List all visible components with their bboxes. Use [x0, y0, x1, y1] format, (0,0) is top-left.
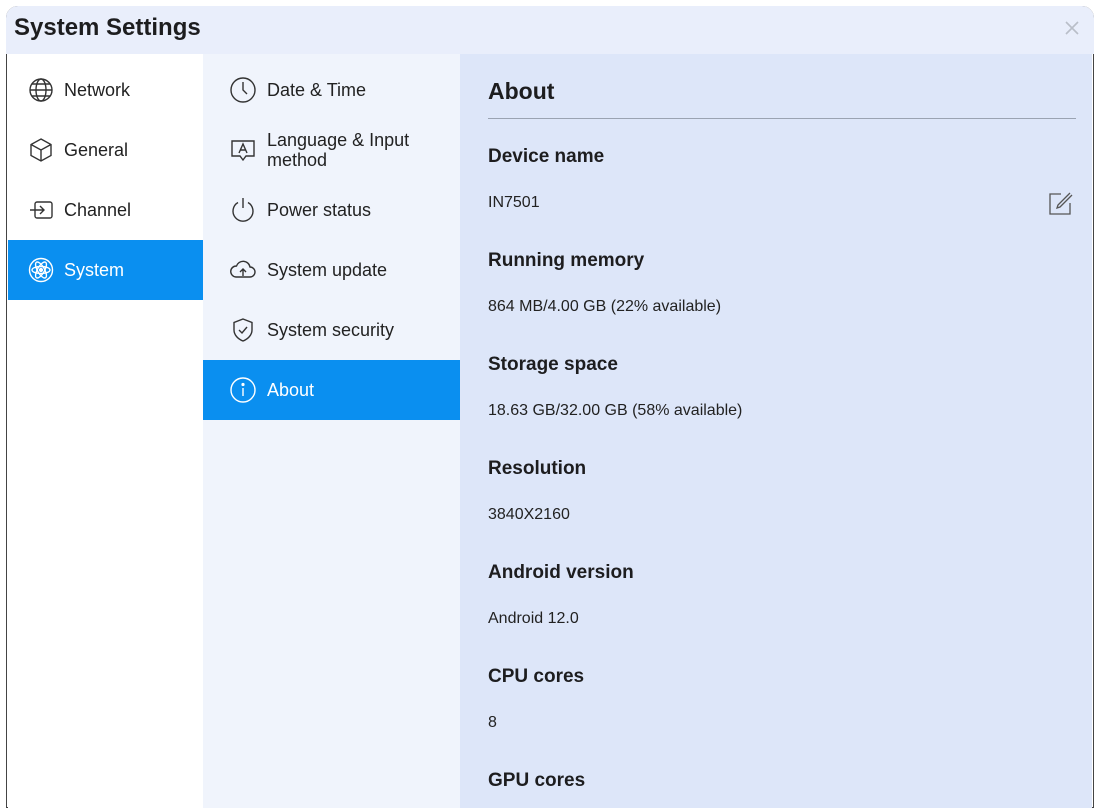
gpu-cores-label: GPU cores [488, 770, 586, 791]
cpu-cores-label: CPU cores [488, 666, 585, 687]
input-icon [28, 197, 54, 223]
nav-item-general[interactable]: General [8, 120, 203, 180]
page-title: About [488, 78, 555, 104]
subnav-item-power-status[interactable]: Power status [203, 180, 460, 240]
resolution-label: Resolution [488, 458, 587, 479]
storage-space-value: 18.63 GB/32.00 GB (58% available) [488, 402, 743, 419]
running-memory-value: 864 MB/4.00 GB (22% available) [488, 298, 722, 315]
power-icon [229, 196, 257, 224]
nav-item-system[interactable]: System [8, 240, 203, 300]
resolution-value: 3840X2160 [488, 506, 570, 523]
edit-device-name-icon[interactable] [1046, 190, 1074, 218]
atom-icon [28, 257, 54, 283]
info-icon [229, 376, 257, 404]
cloud-upload-icon [229, 256, 257, 284]
clock-icon [229, 76, 257, 104]
subnav-item-label: System security [267, 319, 395, 340]
about-panel: About Device name IN7501 Running memory … [460, 54, 1092, 808]
subnav-item-label: Date & Time [267, 79, 367, 100]
category-nav: Network General Channel System [8, 54, 203, 808]
android-version-value: Android 12.0 [488, 610, 579, 627]
shield-check-icon [229, 316, 257, 344]
nav-item-network[interactable]: Network [8, 60, 203, 120]
subnav-item-label: Language & Input method [267, 130, 409, 170]
nav-item-label: Channel [64, 199, 132, 220]
subcategory-nav: Date & Time Language & Input method Powe… [203, 54, 460, 808]
subnav-item-language-input[interactable]: Language & Input method [203, 120, 460, 180]
subnav-item-date-time[interactable]: Date & Time [203, 60, 460, 120]
window-title: System Settings [14, 14, 201, 41]
nav-item-label: System [64, 259, 125, 280]
device-name-value: IN7501 [488, 194, 540, 211]
system-settings-window: System Settings Network General Channel … [6, 6, 1094, 808]
subnav-item-label-line1: Language & Input [267, 130, 410, 150]
subnav-item-label: System update [267, 259, 388, 280]
subnav-item-about[interactable]: About [203, 360, 460, 420]
close-icon[interactable] [1062, 18, 1082, 38]
device-name-label: Device name [488, 146, 605, 167]
storage-space-label: Storage space [488, 354, 618, 375]
subnav-item-label: Power status [267, 199, 372, 220]
subnav-item-system-update[interactable]: System update [203, 240, 460, 300]
running-memory-label: Running memory [488, 250, 645, 271]
subnav-item-label: About [267, 379, 315, 400]
nav-item-channel[interactable]: Channel [8, 180, 203, 240]
globe-icon [28, 77, 54, 103]
nav-item-label: Network [64, 79, 131, 100]
cube-icon [28, 137, 54, 163]
nav-item-label: General [64, 139, 129, 160]
title-bar: System Settings [6, 6, 1094, 54]
cpu-cores-value: 8 [488, 714, 497, 731]
keyboard-a-icon [229, 136, 257, 164]
subnav-item-label-line2: method [267, 150, 328, 170]
subnav-item-system-security[interactable]: System security [203, 300, 460, 360]
divider [488, 118, 1076, 119]
android-version-label: Android version [488, 562, 634, 583]
